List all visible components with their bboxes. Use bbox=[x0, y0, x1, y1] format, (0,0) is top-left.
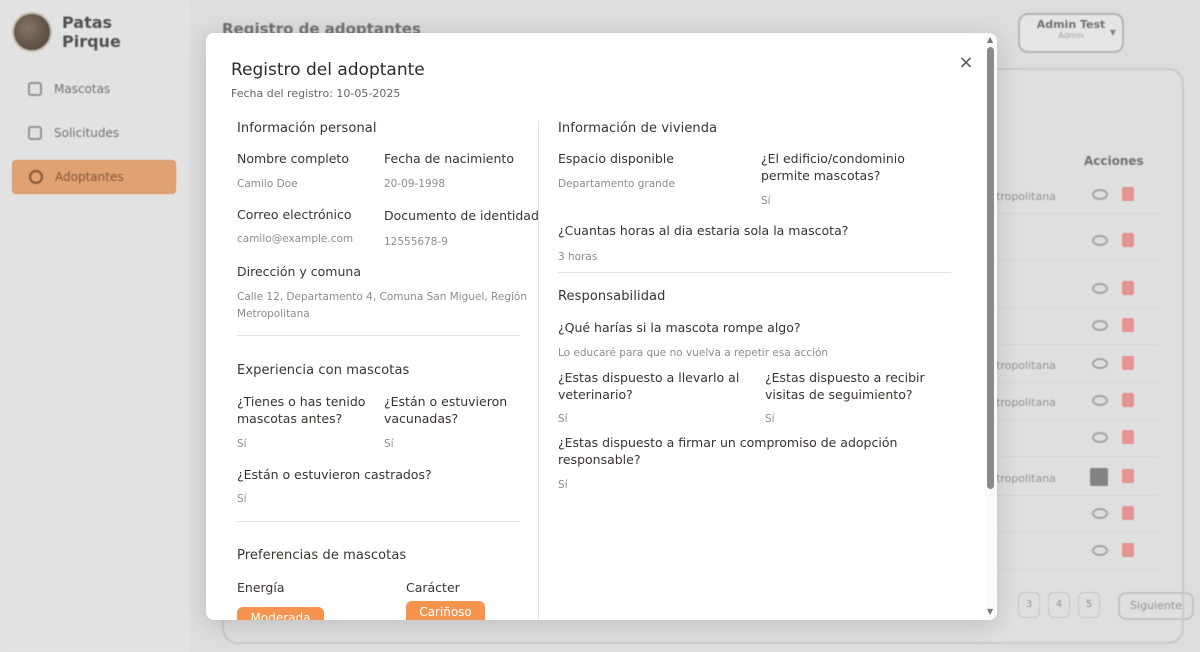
commitment-label: ¿Estas dispuesto a firmar un compromiso … bbox=[558, 435, 898, 467]
had-pets-label: ¿Tienes o has tenido mascotas antes? bbox=[237, 394, 366, 426]
section-heading-housing: Información de vivienda bbox=[558, 121, 718, 136]
space-label: Espacio disponible bbox=[558, 151, 674, 166]
scrollbar-thumb[interactable] bbox=[987, 47, 994, 489]
registration-date: Fecha del registro: 10-05-2025 bbox=[231, 87, 401, 100]
name-value: Camilo Doe bbox=[237, 178, 298, 190]
follow-up-visits-value: Sí bbox=[765, 413, 775, 425]
section-divider bbox=[237, 521, 520, 522]
commitment-value: Sí bbox=[558, 479, 568, 491]
hours-alone-label: ¿Cuantas horas al dia estaria sola la ma… bbox=[558, 223, 849, 238]
space-value: Departamento grande bbox=[558, 178, 675, 190]
neutered-label: ¿Están o estuvieron castrados? bbox=[237, 467, 432, 482]
vet-label: ¿Estas dispuesto a llevarlo al veterinar… bbox=[558, 370, 740, 402]
address-label: Dirección y comuna bbox=[237, 264, 361, 279]
section-divider bbox=[237, 335, 520, 336]
breaks-something-value: Lo educaré para que no vuelva a repetir … bbox=[558, 347, 829, 359]
email-value: camilo@example.com bbox=[237, 233, 354, 245]
section-heading-experience: Experiencia con mascotas bbox=[237, 363, 410, 378]
energy-label: Energía bbox=[237, 580, 285, 595]
name-label: Nombre completo bbox=[237, 151, 349, 166]
adopter-detail-modal: Registro del adoptante Fecha del registr… bbox=[206, 33, 997, 620]
birthdate-label: Fecha de nacimiento bbox=[384, 151, 514, 166]
building-allows-pets-label: ¿El edificio/condominio permite mascotas… bbox=[761, 151, 905, 183]
breaks-something-label: ¿Qué harías si la mascota rompe algo? bbox=[558, 320, 801, 335]
vet-value: Sí bbox=[558, 413, 568, 425]
column-divider bbox=[538, 121, 539, 620]
id-document-value: 12555678-9 bbox=[384, 236, 448, 248]
character-chip: Cariñoso bbox=[406, 601, 485, 620]
scroll-down-arrow-icon[interactable]: ▼ bbox=[987, 607, 993, 616]
modal-title: Registro del adoptante bbox=[231, 60, 425, 80]
hours-alone-value: 3 horas bbox=[558, 251, 598, 263]
follow-up-visits-label: ¿Estas dispuesto a recibir visitas de se… bbox=[765, 370, 925, 402]
energy-chip: Moderada bbox=[237, 607, 324, 620]
section-heading-responsibility: Responsabilidad bbox=[558, 289, 666, 304]
vaccinated-value: Sí bbox=[384, 438, 394, 450]
vaccinated-label: ¿Están o estuvieron vacunadas? bbox=[384, 394, 508, 426]
character-label: Carácter bbox=[406, 580, 460, 595]
modal-scrollbar[interactable]: ▲ ▼ bbox=[985, 33, 997, 620]
section-heading-preferences: Preferencias de mascotas bbox=[237, 548, 407, 563]
section-heading-personal: Información personal bbox=[237, 121, 377, 136]
section-divider bbox=[558, 272, 951, 273]
address-value: Calle 12, Departamento 4, Comuna San Mig… bbox=[237, 291, 527, 320]
building-allows-pets-value: Sí bbox=[761, 195, 771, 207]
email-label: Correo electrónico bbox=[237, 207, 352, 222]
neutered-value: Sí bbox=[237, 493, 247, 505]
had-pets-value: Sí bbox=[237, 438, 247, 450]
scroll-up-arrow-icon[interactable]: ▲ bbox=[987, 35, 993, 44]
close-button[interactable]: × bbox=[956, 53, 976, 73]
birthdate-value: 20-09-1998 bbox=[384, 178, 446, 190]
id-document-label: Documento de identidad bbox=[384, 208, 539, 223]
